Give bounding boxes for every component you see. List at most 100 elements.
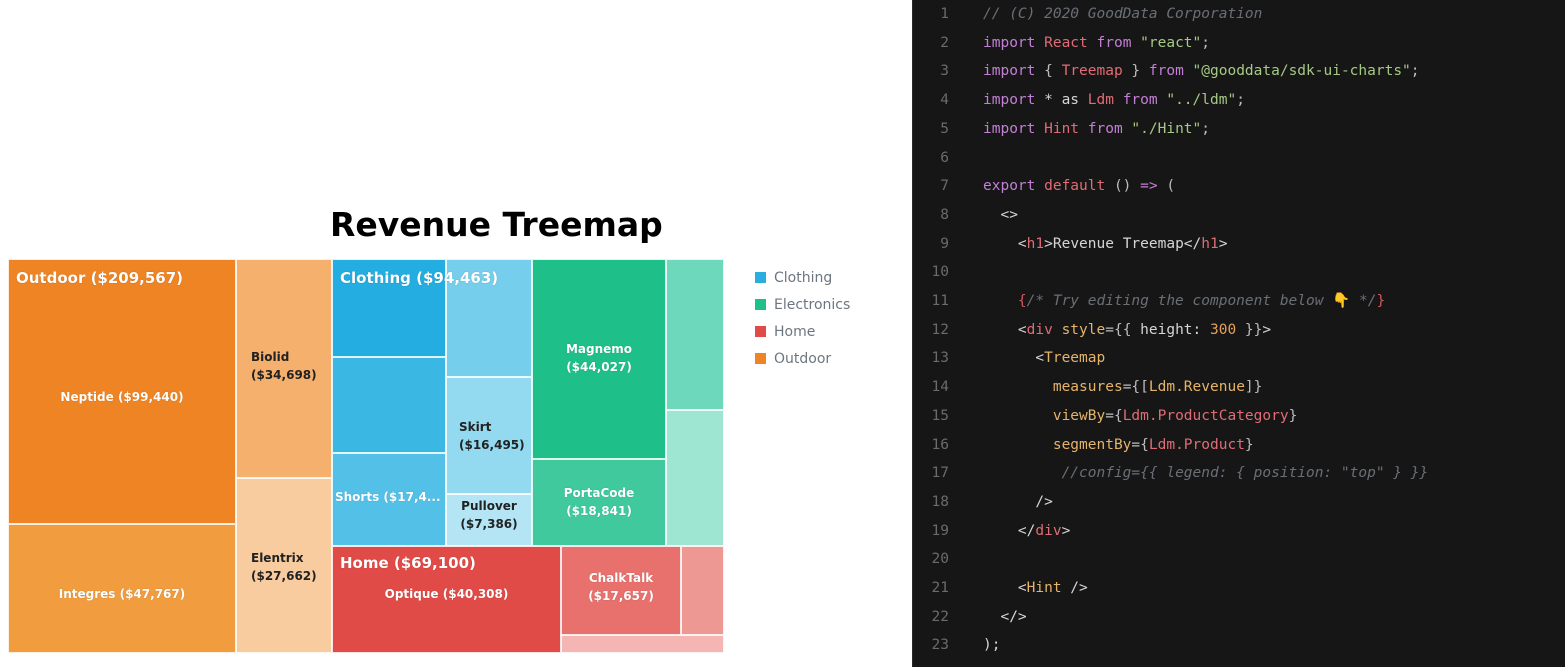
code-token: import xyxy=(983,34,1045,51)
chart-legend: Clothing Electronics Home Outdoor xyxy=(755,264,850,372)
legend-label: Clothing xyxy=(774,269,833,286)
code-token: < xyxy=(983,235,1027,252)
code-token: ={ xyxy=(1105,407,1123,424)
code-token: /> xyxy=(1061,580,1088,596)
code-token: Ldm.ProductCategory xyxy=(1122,407,1289,424)
code-token: Ldm.Revenue xyxy=(1148,379,1245,396)
code-token: </ xyxy=(983,522,1036,539)
code-line[interactable]: 13 <Treemap xyxy=(913,344,1565,373)
code-line[interactable]: 15 viewBy={Ldm.ProductCategory} xyxy=(913,402,1565,431)
code-line[interactable]: 14 measures={[Ldm.Revenue]} xyxy=(913,373,1565,402)
treemap-tile[interactable] xyxy=(666,410,724,546)
code-line[interactable]: 23); xyxy=(913,631,1565,660)
code-token: React xyxy=(1044,34,1097,51)
line-number: 13 xyxy=(931,350,949,367)
treemap-tile-chalktalk[interactable]: ChalkTalk ($17,657) xyxy=(561,546,681,635)
code-token: segmentBy xyxy=(1052,436,1132,453)
code-line[interactable]: 16 segmentBy={Ldm.Product} xyxy=(913,431,1565,460)
code-token: // (C) 2020 GoodData Corporation xyxy=(983,6,1263,22)
treemap-tile-skirt[interactable]: Skirt ($16,495) xyxy=(446,377,532,494)
line-number: 15 xyxy=(931,407,949,424)
treemap-tile[interactable] xyxy=(666,259,724,410)
treemap-tile-shorts[interactable]: Shorts ($17,4... xyxy=(332,453,446,546)
code-line[interactable]: 12 <div style={{ height: 300 }}> xyxy=(913,316,1565,345)
line-code: <Hint /> xyxy=(983,574,1088,603)
category-label-outdoor: Outdoor ($209,567) xyxy=(16,269,184,287)
code-line[interactable]: 2 import React from "react"; xyxy=(913,29,1565,58)
code-token: measures xyxy=(1052,379,1123,396)
line-code: import { Treemap } from "@gooddata/sdk-u… xyxy=(983,57,1420,86)
code-line[interactable]: 20 xyxy=(913,545,1565,574)
code-line[interactable]: 18 /> xyxy=(913,488,1565,517)
code-line[interactable]: 8 <> xyxy=(913,201,1565,230)
treemap-tile-integres[interactable]: Integres ($47,767) xyxy=(8,524,236,653)
treemap-category-outdoor: Neptide ($99,440) Integres ($47,767) Bioli… xyxy=(8,259,332,653)
code-token: >Revenue Treemap</ xyxy=(1044,235,1202,252)
code-token: <> xyxy=(983,206,1018,223)
tile-label: Neptide ($99,440) xyxy=(60,390,184,404)
treemap-tile-portacode[interactable]: PortaCode ($18,841) xyxy=(532,459,666,546)
code-token: from xyxy=(1096,34,1141,51)
code-line[interactable]: 1 // (C) 2020 GoodData Corporation xyxy=(913,0,1565,29)
treemap-tile-pullover[interactable]: Pullover ($7,386) xyxy=(446,494,532,546)
legend-item-home[interactable]: Home xyxy=(755,318,850,345)
treemap-tile-biolid[interactable]: Biolid ($34,698) xyxy=(236,259,332,478)
treemap-tile[interactable] xyxy=(332,357,446,453)
line-number: 8 xyxy=(940,206,949,223)
line-code: </div> xyxy=(983,517,1070,546)
treemap-category-clothing: Shorts ($17,4... Skirt ($16,495) Pullover … xyxy=(332,259,532,546)
legend-swatch-icon xyxy=(755,326,766,337)
line-code: export default () => ( xyxy=(983,172,1175,201)
code-line[interactable]: 19 </div> xyxy=(913,517,1565,546)
code-token: < xyxy=(983,321,1027,338)
code-line[interactable]: 9 <h1>Revenue Treemap</h1> xyxy=(913,230,1565,259)
line-number: 19 xyxy=(931,522,949,539)
line-code: // (C) 2020 GoodData Corporation xyxy=(983,0,1262,29)
code-token: Ldm xyxy=(1087,92,1123,109)
treemap-tile[interactable] xyxy=(681,546,724,635)
code-token: div xyxy=(1035,522,1062,539)
chart-panel: Revenue Treemap Neptide ($99,440) Integre… xyxy=(0,0,905,667)
code-editor[interactable]: 1 // (C) 2020 GoodData Corporation 2 import… xyxy=(912,0,1565,667)
line-code: <div style={{ height: 300 }}> xyxy=(983,316,1271,345)
code-line[interactable]: 4 import * as Ldm from "../ldm"; xyxy=(913,86,1565,115)
code-token: } xyxy=(1244,436,1254,453)
code-token: } xyxy=(1288,407,1298,424)
treemap-tile-elentrix[interactable]: Elentrix ($27,662) xyxy=(236,478,332,653)
code-line[interactable]: 6 xyxy=(913,144,1565,173)
treemap-tile[interactable] xyxy=(561,635,724,653)
treemap-tile-neptide[interactable]: Neptide ($99,440) xyxy=(8,259,236,524)
code-token: => xyxy=(1140,178,1167,195)
line-number: 2 xyxy=(940,34,949,51)
tile-label: Shorts ($17,4... xyxy=(335,490,441,504)
code-line[interactable]: 7 export default () => ( xyxy=(913,172,1565,201)
code-token: div xyxy=(1026,321,1062,338)
code-token: } xyxy=(1131,63,1149,80)
chart-title: Revenue Treemap xyxy=(330,205,663,244)
category-label-clothing: Clothing ($94,463) xyxy=(340,269,499,287)
code-token: Treemap xyxy=(1044,350,1106,367)
line-code: segmentBy={Ldm.Product} xyxy=(983,431,1254,460)
code-token: /* Try editing the component below xyxy=(1026,293,1333,309)
legend-swatch-icon xyxy=(755,272,766,283)
treemap: Neptide ($99,440) Integres ($47,767) Bioli… xyxy=(8,259,724,653)
code-line[interactable]: 3 import { Treemap } from "@gooddata/sdk-… xyxy=(913,57,1565,86)
legend-item-electronics[interactable]: Electronics xyxy=(755,291,850,318)
code-line[interactable]: 5 import Hint from "./Hint"; xyxy=(913,115,1565,144)
code-line[interactable]: 22 </> xyxy=(913,603,1565,632)
code-line[interactable]: 17 //config={{ legend: { position: "top"… xyxy=(913,459,1565,488)
code-token: "./Hint" xyxy=(1131,120,1202,137)
line-code: ); xyxy=(983,631,1000,660)
legend-item-outdoor[interactable]: Outdoor xyxy=(755,345,850,372)
code-line[interactable]: 21 <Hint /> xyxy=(913,574,1565,603)
legend-item-clothing[interactable]: Clothing xyxy=(755,264,850,291)
legend-label: Outdoor xyxy=(774,350,832,367)
treemap-tile-magnemo[interactable]: Magnemo ($44,027) xyxy=(532,259,666,459)
code-line[interactable]: 10 xyxy=(913,258,1565,287)
code-token: height: xyxy=(1140,321,1210,338)
code-line[interactable]: 11 {/* Try editing the component below 👇… xyxy=(913,287,1565,316)
